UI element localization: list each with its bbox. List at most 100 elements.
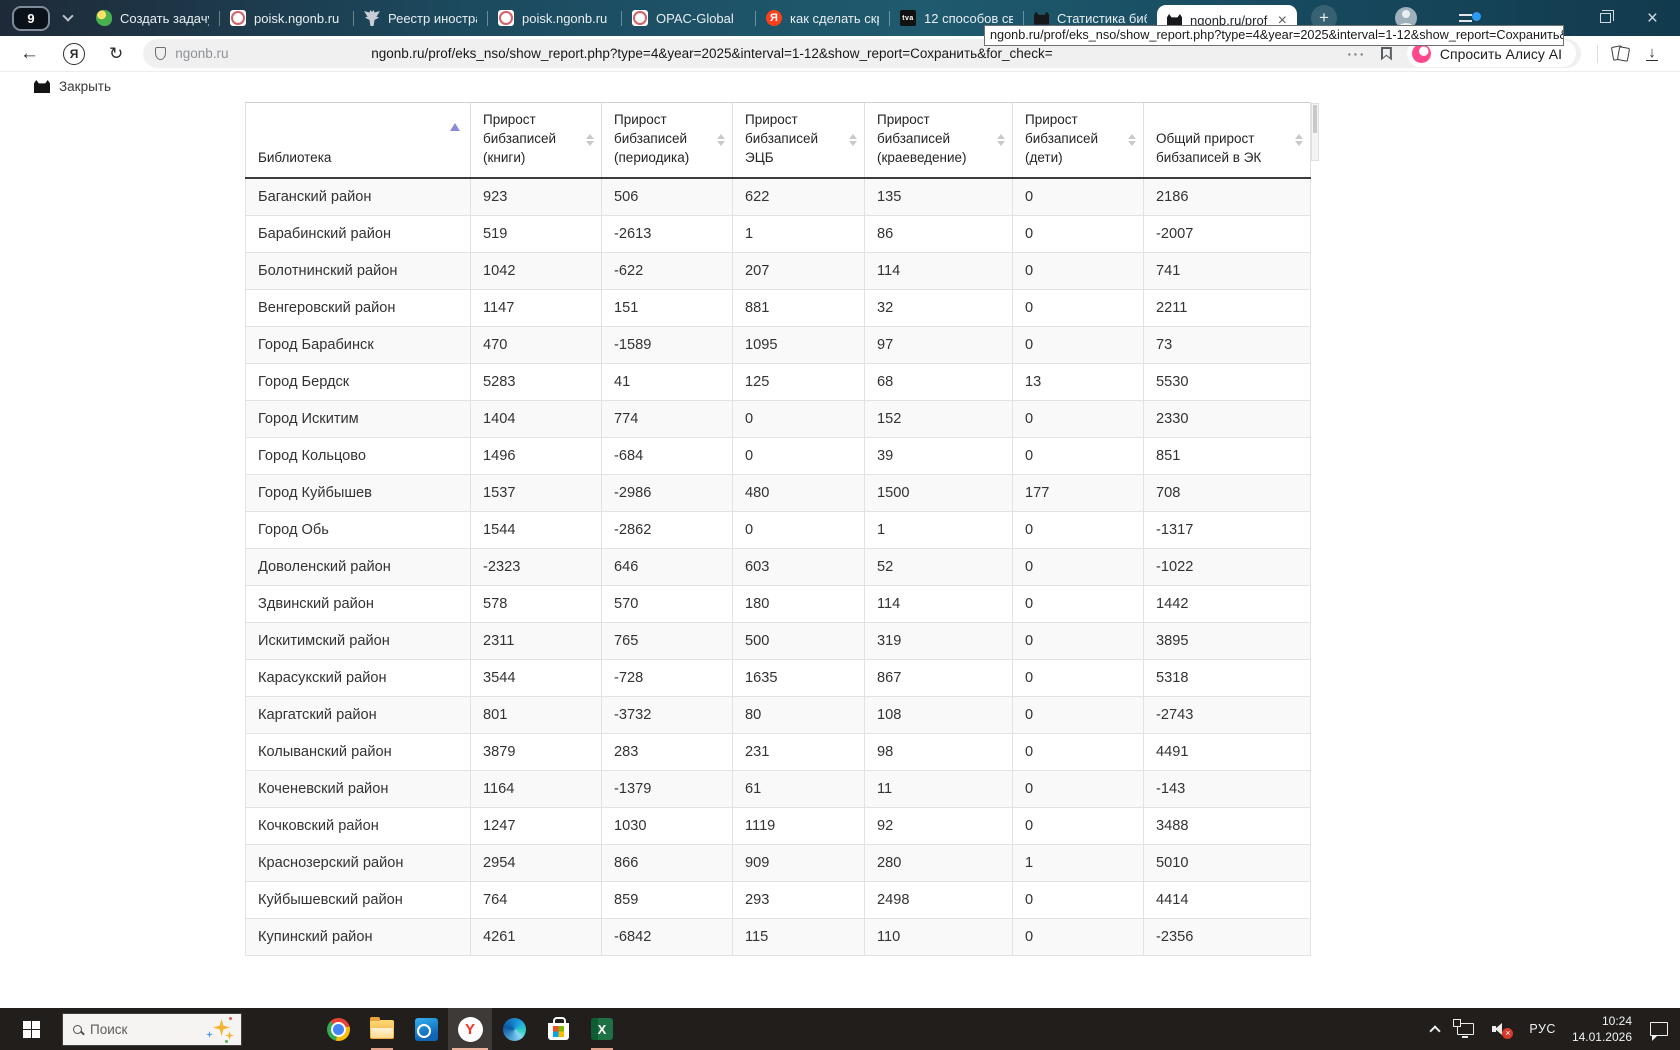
sort-arrow-up-icon xyxy=(586,133,594,139)
action-center-icon[interactable] xyxy=(1650,1022,1668,1041)
value-cell: 293 xyxy=(732,881,865,919)
browser-tab[interactable]: Реестр иностра xyxy=(354,0,487,36)
address-url[interactable]: ngonb.ru/prof/eks_nso/show_report.php?ty… xyxy=(371,46,1052,61)
table-row[interactable]: Здвинский район 578 570 180 114 0 1442 xyxy=(245,585,1311,623)
extensions-collections-icon[interactable] xyxy=(1612,45,1630,62)
volume-muted-icon[interactable] xyxy=(1492,1022,1514,1039)
value-cell: 1 xyxy=(864,511,1013,549)
value-cell: -2613 xyxy=(601,215,733,253)
value-cell: 0 xyxy=(732,511,865,549)
clock[interactable]: 10:24 14.01.2026 xyxy=(1572,1013,1632,1045)
browser-tab[interactable]: Создать задачу xyxy=(86,0,219,36)
value-cell: 108 xyxy=(864,696,1013,734)
explorer-taskbar-button[interactable] xyxy=(360,1008,404,1050)
start-button[interactable] xyxy=(0,1008,62,1050)
browser-tab[interactable]: poisk.ngonb.ru xyxy=(220,0,353,36)
ngonb-logo-icon xyxy=(632,10,648,26)
alice-icon xyxy=(1411,44,1431,63)
table-row[interactable]: Краснозерский район 2954 866 909 280 1 5010 xyxy=(245,844,1311,882)
table-row[interactable]: Город Барабинск 470 -1589 1095 97 0 73 xyxy=(245,326,1311,364)
yandex-home-button[interactable]: Я xyxy=(63,42,85,65)
table-row[interactable]: Кочковский район 1247 1030 1119 92 0 3488 xyxy=(245,807,1311,845)
table-row[interactable]: Город Бердск 5283 41 125 68 13 5530 xyxy=(245,363,1311,401)
column-header[interactable]: Библиотека xyxy=(245,101,471,179)
table-scrollbar[interactable] xyxy=(1311,103,1319,161)
close-link[interactable]: Закрыть xyxy=(59,79,111,94)
search-highlights-sparkle-icon xyxy=(205,1015,235,1043)
table-row[interactable]: Каргатский район 801 -3732 80 108 0 -2743 xyxy=(245,696,1311,734)
library-statistics-table: Библиотека Прирост бибзаписей (книги) Прир… xyxy=(245,101,1311,956)
restore-window-button[interactable] xyxy=(1599,9,1615,23)
column-header-label: Прирост бибзаписей (книги) xyxy=(483,112,557,165)
table-row[interactable]: Город Куйбышев 1537 -2986 480 1500 177 708 xyxy=(245,474,1311,512)
table-row[interactable]: Куйбышевский район 764 859 293 2498 0 4414 xyxy=(245,881,1311,919)
value-cell: 622 xyxy=(732,177,865,216)
tabs-dropdown-chevron-icon[interactable] xyxy=(62,10,74,22)
table-row[interactable]: Город Искитим 1404 774 0 152 0 2330 xyxy=(245,400,1311,438)
table-row[interactable]: Город Обь 1544 -2862 0 1 0 -1317 xyxy=(245,511,1311,549)
browser-tab[interactable]: OPAC-Global xyxy=(622,0,755,36)
browser-tab[interactable]: poisk.ngonb.ru xyxy=(488,0,621,36)
refresh-button[interactable]: ↻ xyxy=(109,44,123,64)
browser-menu-button[interactable] xyxy=(1459,10,1481,26)
tab-label: Создать задачу xyxy=(120,10,209,26)
sort-ascending-icon xyxy=(450,123,460,131)
chrome-taskbar-button[interactable] xyxy=(316,1008,360,1050)
value-cell: 0 xyxy=(1012,807,1144,845)
value-cell: 92 xyxy=(864,807,1013,845)
value-cell: 0 xyxy=(1012,437,1144,475)
value-cell: 0 xyxy=(1012,252,1144,290)
column-header[interactable]: Прирост бибзаписей ЭЦБ xyxy=(732,101,865,179)
value-cell: 1500 xyxy=(864,474,1013,512)
report-table-wrap: Библиотека Прирост бибзаписей (книги) Прир… xyxy=(245,101,1325,956)
bookmark-icon[interactable] xyxy=(1380,46,1392,61)
value-cell: 801 xyxy=(470,696,602,734)
network-icon[interactable] xyxy=(1453,1019,1475,1038)
more-actions-icon[interactable]: ··· xyxy=(1347,46,1366,62)
tray-overflow-chevron-icon[interactable] xyxy=(1429,1024,1442,1037)
value-cell: 859 xyxy=(601,881,733,919)
store-taskbar-button[interactable] xyxy=(536,1008,580,1050)
table-row[interactable]: Баганский район 923 506 622 135 0 2186 xyxy=(245,177,1311,216)
site-security-shield-icon[interactable] xyxy=(155,47,167,60)
table-row[interactable]: Колыванский район 3879 283 231 98 0 4491 xyxy=(245,733,1311,771)
value-cell: 0 xyxy=(1012,733,1144,771)
table-row[interactable]: Болотнинский район 1042 -622 207 114 0 741 xyxy=(245,252,1311,290)
column-header[interactable]: Прирост бибзаписей (краеведение) xyxy=(864,101,1013,179)
close-window-button[interactable]: × xyxy=(1647,9,1658,28)
yandex-browser-taskbar-button[interactable] xyxy=(448,1008,492,1050)
outlook-taskbar-button[interactable] xyxy=(404,1008,448,1050)
tab-counter-button[interactable]: 9 xyxy=(12,5,50,31)
value-cell: 180 xyxy=(732,585,865,623)
browser-tab[interactable]: как сделать скр xyxy=(756,0,889,36)
column-header[interactable]: Прирост бибзаписей (периодика) xyxy=(601,101,733,179)
value-cell: 909 xyxy=(732,844,865,882)
downloads-button[interactable]: ↓ xyxy=(1646,45,1658,62)
table-row[interactable]: Коченевский район 1164 -1379 61 11 0 -143 xyxy=(245,770,1311,808)
column-header[interactable]: Прирост бибзаписей (дети) xyxy=(1012,101,1144,179)
value-cell: 764 xyxy=(470,881,602,919)
value-cell: 1147 xyxy=(470,289,602,327)
table-row[interactable]: Купинский район 4261 -6842 115 110 0 -2356 xyxy=(245,918,1311,956)
table-row[interactable]: Карасукский район 3544 -728 1635 867 0 5318 xyxy=(245,659,1311,697)
value-cell: 1544 xyxy=(470,511,602,549)
taskbar-search-box[interactable]: Поиск xyxy=(62,1012,242,1046)
column-header[interactable]: Прирост бибзаписей (книги) xyxy=(470,101,602,179)
library-name-cell: Город Бердск xyxy=(245,363,471,401)
back-button[interactable]: ← xyxy=(20,43,39,65)
value-cell: -684 xyxy=(601,437,733,475)
column-header[interactable]: Общий прирост бибзаписей в ЭК xyxy=(1143,101,1311,179)
sort-arrow-up-icon xyxy=(717,133,725,139)
tab-label: Реестр иностра xyxy=(388,10,477,26)
table-row[interactable]: Барабинский район 519 -2613 1 86 0 -2007 xyxy=(245,215,1311,253)
excel-taskbar-button[interactable] xyxy=(580,1008,624,1050)
table-row[interactable]: Доволенский район -2323 646 603 52 0 -1022 xyxy=(245,548,1311,586)
table-row[interactable]: Город Кольцово 1496 -684 0 39 0 851 xyxy=(245,437,1311,475)
table-row[interactable]: Венгеровский район 1147 151 881 32 0 2211 xyxy=(245,289,1311,327)
value-cell: 0 xyxy=(732,437,865,475)
value-cell: 135 xyxy=(864,177,1013,216)
table-row[interactable]: Искитимский район 2311 765 500 319 0 3895 xyxy=(245,622,1311,660)
edge-taskbar-button[interactable] xyxy=(492,1008,536,1050)
value-cell: 506 xyxy=(601,177,733,216)
language-indicator[interactable]: РУС xyxy=(1529,1022,1556,1036)
